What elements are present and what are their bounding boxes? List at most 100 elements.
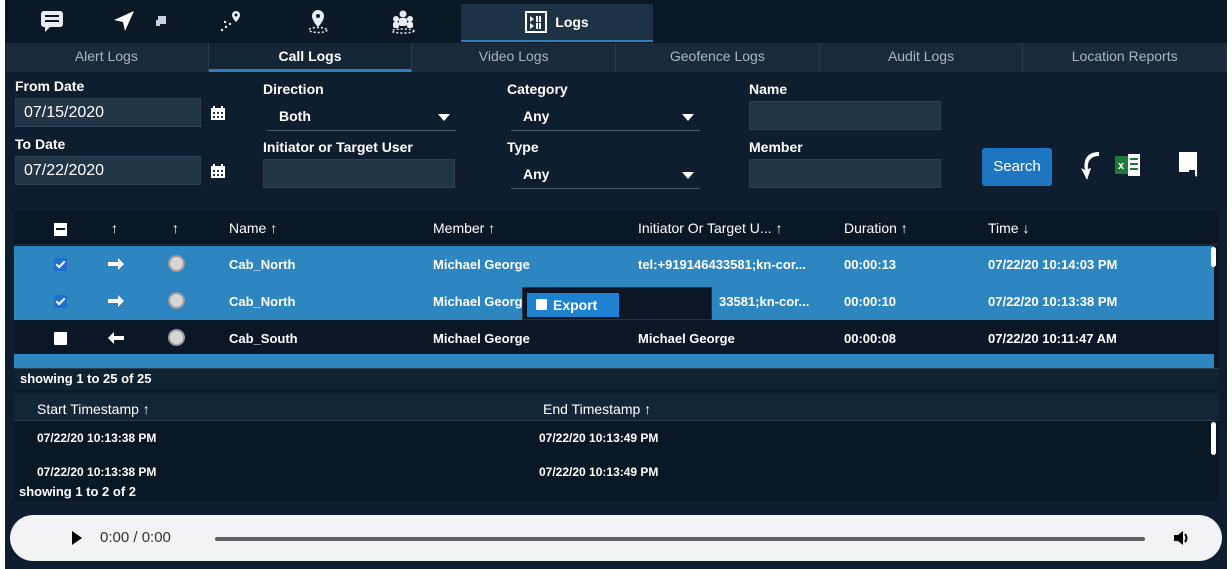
name-header[interactable]: Name ↑ [229, 220, 277, 236]
group-icon[interactable] [388, 3, 418, 39]
row-initiator: Michael George [638, 331, 735, 346]
member-header[interactable]: Member ↑ [433, 220, 495, 236]
tab-video-logs[interactable]: Video Logs [412, 43, 617, 72]
outgoing-arrow-icon [108, 295, 124, 307]
initiator-field[interactable] [263, 159, 455, 188]
direction-label: Direction [263, 81, 324, 97]
app-window: Logs Alert Logs Call Logs Video Logs Geo… [5, 0, 1228, 569]
logs-icon [525, 11, 548, 33]
to-date-value: 07/22/2020 [24, 162, 105, 179]
segment-start: 07/22/20 10:13:38 PM [37, 431, 157, 445]
member-label: Member [749, 139, 803, 155]
grid-header: ↑ ↑ Name ↑ Member ↑ Initiator Or Target … [14, 211, 1219, 245]
start-timestamp-header[interactable]: Start Timestamp ↑ [37, 401, 150, 417]
reset-arrow-icon[interactable] [1077, 148, 1105, 182]
tab-logs[interactable]: Logs [461, 4, 653, 42]
row-name: Cab_North [229, 294, 296, 309]
name-field[interactable] [749, 101, 941, 130]
type-label: Type [507, 139, 539, 155]
row-member: Michael Georg [433, 294, 523, 309]
row-checkbox[interactable] [54, 295, 67, 308]
select-all-checkbox[interactable] [54, 223, 67, 236]
log-subtabs: Alert Logs Call Logs Video Logs Geofence… [5, 43, 1228, 72]
tab-audit-logs[interactable]: Audit Logs [819, 43, 1024, 72]
type-header[interactable]: ↑ [172, 220, 179, 236]
user-avatar-icon [168, 255, 185, 272]
grid-footer: showing 1 to 25 of 25 [14, 368, 1219, 389]
top-navigation-bar: Logs [5, 0, 1227, 43]
table-row[interactable]: Cab_North Michael George tel:+9191464335… [14, 246, 1214, 283]
grid-scrollbar[interactable] [1211, 247, 1216, 267]
row-member: Michael George [433, 331, 530, 346]
chevron-down-icon [682, 114, 694, 121]
map-route-icon[interactable] [217, 3, 247, 39]
end-timestamp-header[interactable]: End Timestamp ↑ [543, 401, 651, 417]
export-label: Export [553, 297, 598, 313]
segment-end: 07/22/20 10:13:49 PM [539, 465, 659, 479]
small-square-icon [153, 3, 169, 39]
location-pin-icon[interactable] [303, 3, 333, 39]
row-time: 07/22/20 10:11:47 AM [988, 331, 1117, 346]
dir-header[interactable]: ↑ [111, 220, 118, 236]
tab-call-logs[interactable]: Call Logs [208, 43, 413, 72]
tab-geofence-logs[interactable]: Geofence Logs [616, 43, 820, 72]
direction-select[interactable]: Both [267, 102, 456, 131]
calendar-icon[interactable] [210, 105, 226, 121]
row-checkbox[interactable] [54, 332, 67, 345]
member-field[interactable] [749, 159, 941, 188]
export-menu-item[interactable]: Export [527, 293, 619, 317]
time-header[interactable]: Time ↓ [988, 220, 1029, 236]
search-button[interactable]: Search [982, 148, 1052, 186]
tab-alert-logs[interactable]: Alert Logs [5, 43, 209, 72]
row-duration: 00:00:10 [844, 294, 897, 309]
row-name: Cab_North [229, 257, 296, 272]
player-time: 0:00 / 0:00 [100, 529, 171, 546]
row-time: 07/22/20 10:13:38 PM [988, 294, 1118, 309]
initiator-header[interactable]: Initiator Or Target U... ↑ [638, 220, 782, 236]
segment-end: 07/22/20 10:13:49 PM [539, 431, 659, 445]
row-checkbox[interactable] [54, 258, 67, 271]
direction-value: Both [279, 108, 311, 124]
user-avatar-icon [168, 329, 185, 346]
chat-icon[interactable] [37, 3, 67, 39]
seek-bar[interactable] [215, 537, 1145, 541]
duration-header[interactable]: Duration ↑ [844, 220, 908, 236]
initiator-label: Initiator or Target User [263, 139, 413, 155]
category-select[interactable]: Any [511, 102, 700, 131]
type-value: Any [523, 166, 550, 182]
chevron-down-icon [682, 172, 694, 179]
tab-location-reports[interactable]: Location Reports [1023, 43, 1228, 72]
name-label: Name [749, 81, 788, 97]
audio-player: 0:00 / 0:00 [10, 515, 1222, 561]
row-duration: 00:00:08 [844, 331, 897, 346]
export-icon[interactable] [1177, 150, 1201, 178]
subgrid-footer: showing 1 to 2 of 2 [19, 484, 137, 499]
calendar-icon[interactable] [210, 163, 226, 179]
incoming-arrow-icon [108, 332, 124, 344]
row-duration: 00:00:13 [844, 257, 897, 272]
tab-logs-label: Logs [555, 14, 589, 30]
row-initiator: tel:+919146433581;kn-cor... [638, 257, 807, 272]
row-initiator: 33581;kn-cor... [719, 294, 810, 309]
row-name: Cab_South [229, 331, 298, 346]
type-select[interactable]: Any [511, 160, 700, 189]
play-icon[interactable] [72, 531, 82, 545]
user-avatar-icon [168, 292, 185, 309]
from-date-label: From Date [15, 78, 85, 94]
to-date-field[interactable]: 07/22/2020 [15, 156, 225, 185]
table-row[interactable]: Cab_South Michael George Michael George … [14, 320, 1214, 357]
row-member: Michael George [433, 257, 530, 272]
call-segments-grid: Start Timestamp ↑ End Timestamp ↑ 07/22/… [14, 394, 1219, 501]
to-date-label: To Date [15, 136, 66, 152]
from-date-field[interactable]: 07/15/2020 [15, 98, 225, 127]
navigation-arrow-icon[interactable] [109, 3, 139, 39]
outgoing-arrow-icon [108, 258, 124, 270]
category-label: Category [507, 81, 568, 97]
subgrid-header: Start Timestamp ↑ End Timestamp ↑ [14, 394, 1219, 421]
from-date-value: 07/15/2020 [24, 104, 105, 121]
subgrid-scrollbar[interactable] [1211, 422, 1216, 455]
export-icon [536, 299, 547, 310]
excel-export-icon[interactable]: x [1115, 152, 1141, 178]
table-row-partial[interactable] [14, 354, 1214, 368]
volume-icon[interactable] [1172, 528, 1192, 548]
